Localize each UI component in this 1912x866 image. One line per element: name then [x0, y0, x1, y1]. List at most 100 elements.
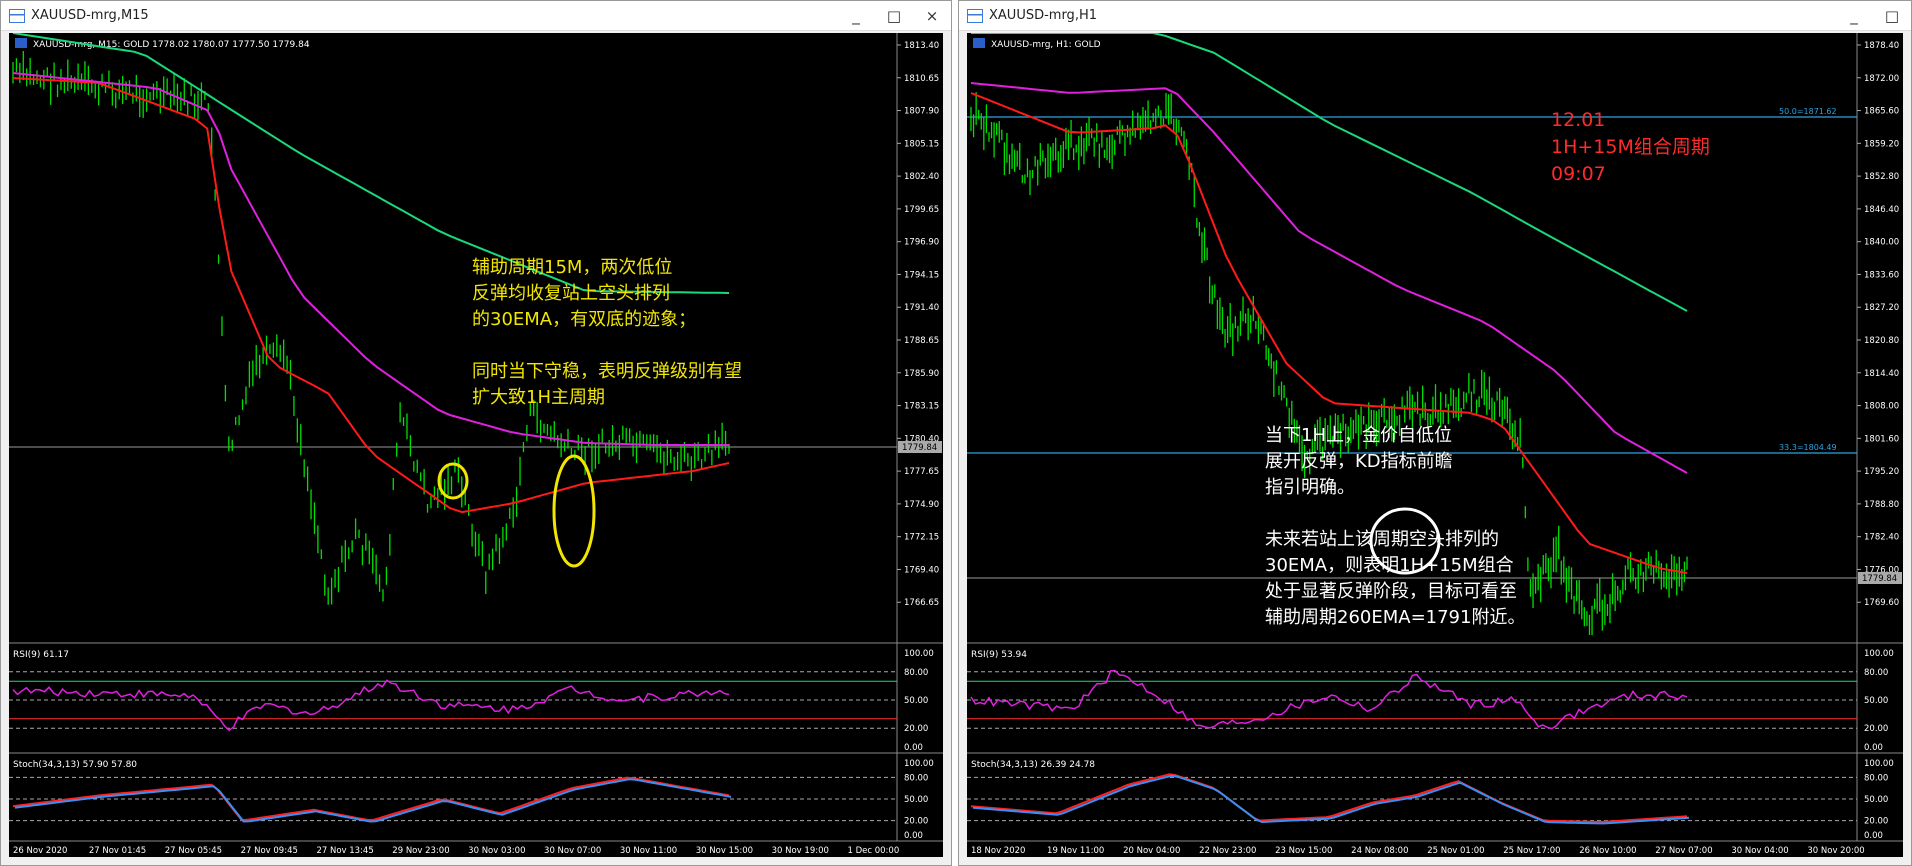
rsi-level-label: 0.00 — [1864, 743, 1883, 753]
time-label: 1 Dec 00:00 — [847, 846, 899, 856]
price-label: 1788.65 — [904, 336, 939, 346]
price-label: 1820.80 — [1864, 336, 1899, 346]
rsi-level-label: 100.00 — [904, 649, 934, 659]
maximize-button[interactable]: □ — [875, 7, 913, 25]
stoch-level-label: 80.00 — [1864, 773, 1888, 783]
current-price-label: 1779.84 — [1862, 574, 1897, 584]
fibonacci-level-label: 33.3=1804.49 — [1779, 443, 1837, 452]
chart-window-icon — [967, 8, 983, 23]
rsi-label: RSI(9) 53.94 — [971, 650, 1027, 660]
rsi-level-label: 80.00 — [904, 668, 928, 678]
stoch-level-label: 50.00 — [1864, 795, 1888, 805]
rsi-label: RSI(9) 61.17 — [13, 650, 69, 660]
price-chart-svg[interactable]: XAUUSD-mrg, M15: GOLD 1778.02 1780.07 17… — [9, 32, 943, 857]
price-label: 1783.15 — [904, 402, 939, 412]
time-label: 25 Nov 01:00 — [1427, 846, 1484, 856]
rsi-level-label: 0.00 — [904, 743, 923, 753]
titlebar[interactable]: XAUUSD-mrg,M15 _ □ × — [1, 1, 951, 31]
price-label: 1774.90 — [904, 500, 939, 510]
price-label: 1852.80 — [1864, 172, 1899, 182]
time-label: 30 Nov 11:00 — [620, 846, 677, 856]
rsi-level-label: 20.00 — [1864, 724, 1888, 734]
time-label: 18 Nov 2020 — [971, 846, 1025, 856]
chart-area[interactable]: XAUUSD-mrg, H1: GOLD 1878.40 1872.00 1865.6… — [967, 32, 1903, 857]
window-title: XAUUSD-mrg,M15 — [31, 8, 149, 23]
stoch-label: Stoch(34,3,13) 26.39 24.78 — [971, 760, 1095, 770]
ema-long-line — [12, 32, 730, 294]
price-label: 1772.15 — [904, 533, 939, 543]
time-label: 19 Nov 11:00 — [1047, 846, 1104, 856]
price-label: 1827.20 — [1864, 303, 1899, 313]
rsi-line — [12, 679, 730, 732]
rsi-level-label: 100.00 — [1864, 649, 1894, 659]
minimize-button[interactable]: _ — [1835, 7, 1873, 25]
price-label: 1769.60 — [1864, 598, 1899, 608]
time-label: 30 Nov 20:00 — [1807, 846, 1864, 856]
price-label: 1795.20 — [1864, 467, 1899, 477]
price-label: 1785.90 — [904, 369, 939, 379]
highlight-ellipse — [552, 454, 596, 568]
price-label: 1807.90 — [904, 107, 939, 117]
price-label: 1796.90 — [904, 238, 939, 248]
price-label: 1813.40 — [904, 41, 939, 51]
time-label: 20 Nov 04:00 — [1123, 846, 1180, 856]
time-label: 30 Nov 04:00 — [1731, 846, 1788, 856]
stoch-level-label: 80.00 — [904, 773, 928, 783]
price-label: 1878.40 — [1864, 41, 1899, 51]
time-label: 27 Nov 07:00 — [1655, 846, 1712, 856]
price-label: 1794.15 — [904, 270, 939, 280]
close-button[interactable]: × — [913, 7, 951, 25]
price-label: 1777.65 — [904, 467, 939, 477]
price-label: 1799.65 — [904, 205, 939, 215]
info-icon — [973, 38, 985, 48]
price-label: 1766.65 — [904, 598, 939, 608]
titlebar[interactable]: XAUUSD-mrg,H1 _ □ — [959, 1, 1911, 31]
time-label: 29 Nov 23:00 — [392, 846, 449, 856]
rsi-level-label: 50.00 — [904, 696, 928, 706]
window-m15[interactable]: XAUUSD-mrg,M15 _ □ × XAUUSD-mrg, M15: GO… — [0, 0, 952, 866]
stoch-level-label: 100.00 — [904, 759, 934, 769]
current-price-label: 1779.84 — [902, 443, 937, 453]
price-label: 1859.20 — [1864, 139, 1899, 149]
price-label: 1769.40 — [904, 565, 939, 575]
stoch-label: Stoch(34,3,13) 57.90 57.80 — [13, 760, 137, 770]
price-label: 1865.60 — [1864, 107, 1899, 117]
stoch-main-line — [970, 773, 1688, 823]
price-label: 1810.65 — [904, 74, 939, 84]
chart-area[interactable]: XAUUSD-mrg, M15: GOLD 1778.02 1780.07 17… — [9, 32, 943, 857]
time-label: 30 Nov 03:00 — [468, 846, 525, 856]
price-label: 1814.40 — [1864, 369, 1899, 379]
time-label: 22 Nov 23:00 — [1199, 846, 1256, 856]
time-label: 30 Nov 15:00 — [696, 846, 753, 856]
price-label: 1872.00 — [1864, 74, 1899, 84]
stoch-level-label: 20.00 — [1864, 817, 1888, 827]
stoch-level-label: 50.00 — [904, 795, 928, 805]
price-label: 1782.40 — [1864, 533, 1899, 543]
time-label: 30 Nov 07:00 — [544, 846, 601, 856]
time-label: 25 Nov 17:00 — [1503, 846, 1560, 856]
info-icon — [15, 38, 27, 48]
time-label: 27 Nov 05:45 — [165, 846, 222, 856]
price-label: 1791.40 — [904, 303, 939, 313]
date-note: 12.01 1H+15M组合周期 09:07 — [1551, 109, 1710, 185]
fibonacci-level-label: 50.0=1871.62 — [1779, 107, 1837, 116]
stoch-level-label: 0.00 — [1864, 831, 1883, 841]
maximize-button[interactable]: □ — [1873, 7, 1911, 25]
annotation-text: 辅助周期15M，两次低位 反弹均收复站上空头排列 的30EMA，有双底的迹象； … — [472, 257, 742, 408]
window-title: XAUUSD-mrg,H1 — [989, 8, 1097, 23]
time-label: 30 Nov 19:00 — [772, 846, 829, 856]
chart-window-icon — [9, 8, 25, 23]
price-label: 1846.40 — [1864, 205, 1899, 215]
price-label: 1805.15 — [904, 139, 939, 149]
rsi-level-label: 80.00 — [1864, 668, 1888, 678]
price-label: 1833.60 — [1864, 270, 1899, 280]
highlight-ellipse — [437, 462, 469, 500]
time-label: 27 Nov 09:45 — [241, 846, 298, 856]
window-h1[interactable]: XAUUSD-mrg,H1 _ □ XAUUSD-mrg, H1: GOLD 18… — [958, 0, 1912, 866]
symbol-info: XAUUSD-mrg, M15: GOLD 1778.02 1780.07 17… — [33, 40, 310, 50]
price-label: 1788.80 — [1864, 500, 1899, 510]
stoch-level-label: 100.00 — [1864, 759, 1894, 769]
stoch-signal-line — [14, 778, 732, 823]
minimize-button[interactable]: _ — [837, 7, 875, 25]
time-label: 24 Nov 08:00 — [1351, 846, 1408, 856]
